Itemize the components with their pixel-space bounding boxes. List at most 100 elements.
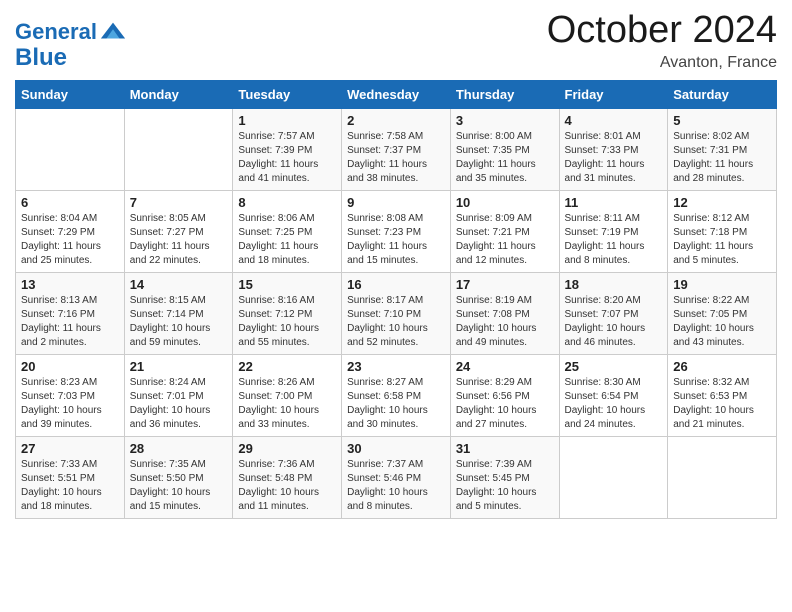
day-number: 2 xyxy=(347,113,445,128)
header-wednesday: Wednesday xyxy=(342,80,451,108)
day-info: Sunrise: 8:00 AMSunset: 7:35 PMDaylight:… xyxy=(456,130,554,186)
day-info: Sunrise: 8:12 AMSunset: 7:18 PMDaylight:… xyxy=(673,212,771,268)
week-row-5: 27Sunrise: 7:33 AMSunset: 5:51 PMDayligh… xyxy=(16,436,777,518)
day-info: Sunrise: 8:24 AMSunset: 7:01 PMDaylight:… xyxy=(130,376,228,432)
day-number: 5 xyxy=(673,113,771,128)
calendar-cell: 29Sunrise: 7:36 AMSunset: 5:48 PMDayligh… xyxy=(233,436,342,518)
day-info: Sunrise: 8:06 AMSunset: 7:25 PMDaylight:… xyxy=(238,212,336,268)
calendar-cell: 8 Sunrise: 8:06 AMSunset: 7:25 PMDaylight… xyxy=(233,190,342,272)
day-number: 9 xyxy=(347,195,445,210)
calendar-cell: 12 Sunrise: 8:12 AMSunset: 7:18 PMDayligh… xyxy=(668,190,777,272)
calendar-cell: 10 Sunrise: 8:09 AMSunset: 7:21 PMDayligh… xyxy=(450,190,559,272)
day-number: 7 xyxy=(130,195,228,210)
day-info: Sunrise: 7:57 AMSunset: 7:39 PMDaylight:… xyxy=(238,130,336,186)
day-info: Sunrise: 8:26 AMSunset: 7:00 PMDaylight:… xyxy=(238,376,336,432)
day-number: 23 xyxy=(347,359,445,374)
calendar-cell: 2Sunrise: 7:58 AMSunset: 7:37 PMDaylight… xyxy=(342,108,451,190)
day-number: 8 xyxy=(238,195,336,210)
day-number: 27 xyxy=(21,441,119,456)
day-number: 12 xyxy=(673,195,771,210)
day-info: Sunrise: 8:02 AMSunset: 7:31 PMDaylight:… xyxy=(673,130,771,186)
day-number: 6 xyxy=(21,195,119,210)
calendar-cell: 13Sunrise: 8:13 AMSunset: 7:16 PMDayligh… xyxy=(16,272,125,354)
calendar-cell: 6 Sunrise: 8:04 AMSunset: 7:29 PMDaylight… xyxy=(16,190,125,272)
day-number: 1 xyxy=(238,113,336,128)
calendar-cell: 20 Sunrise: 8:23 AMSunset: 7:03 PMDayligh… xyxy=(16,354,125,436)
day-info: Sunrise: 8:04 AMSunset: 7:29 PMDaylight:… xyxy=(21,212,119,268)
day-info: Sunrise: 8:16 AMSunset: 7:12 PMDaylight:… xyxy=(238,294,336,350)
day-number: 26 xyxy=(673,359,771,374)
day-info: Sunrise: 8:20 AMSunset: 7:07 PMDaylight:… xyxy=(565,294,663,350)
calendar-cell: 24Sunrise: 8:29 AMSunset: 6:56 PMDayligh… xyxy=(450,354,559,436)
week-row-4: 20 Sunrise: 8:23 AMSunset: 7:03 PMDayligh… xyxy=(16,354,777,436)
calendar-cell: 15 Sunrise: 8:16 AMSunset: 7:12 PMDayligh… xyxy=(233,272,342,354)
calendar-cell: 9 Sunrise: 8:08 AMSunset: 7:23 PMDaylight… xyxy=(342,190,451,272)
day-number: 16 xyxy=(347,277,445,292)
logo-blue-text: Blue xyxy=(15,46,67,70)
title-area: October 2024 Avanton, France xyxy=(547,10,777,72)
day-info: Sunrise: 7:37 AMSunset: 5:46 PMDaylight:… xyxy=(347,458,445,514)
calendar-cell xyxy=(124,108,233,190)
calendar-cell: 25Sunrise: 8:30 AMSunset: 6:54 PMDayligh… xyxy=(559,354,668,436)
day-number: 3 xyxy=(456,113,554,128)
day-number: 21 xyxy=(130,359,228,374)
logo-icon xyxy=(99,18,127,46)
day-number: 18 xyxy=(565,277,663,292)
day-info: Sunrise: 8:30 AMSunset: 6:54 PMDaylight:… xyxy=(565,376,663,432)
day-info: Sunrise: 8:08 AMSunset: 7:23 PMDaylight:… xyxy=(347,212,445,268)
day-info: Sunrise: 7:39 AMSunset: 5:45 PMDaylight:… xyxy=(456,458,554,514)
calendar-cell: 28 Sunrise: 7:35 AMSunset: 5:50 PMDayligh… xyxy=(124,436,233,518)
calendar-cell: 1 Sunrise: 7:57 AMSunset: 7:39 PMDaylight… xyxy=(233,108,342,190)
day-info: Sunrise: 8:17 AMSunset: 7:10 PMDaylight:… xyxy=(347,294,445,350)
day-number: 28 xyxy=(130,441,228,456)
header-monday: Monday xyxy=(124,80,233,108)
calendar-cell xyxy=(16,108,125,190)
calendar-cell: 3 Sunrise: 8:00 AMSunset: 7:35 PMDaylight… xyxy=(450,108,559,190)
calendar-cell: 31 Sunrise: 7:39 AMSunset: 5:45 PMDayligh… xyxy=(450,436,559,518)
header-tuesday: Tuesday xyxy=(233,80,342,108)
day-info: Sunrise: 8:15 AMSunset: 7:14 PMDaylight:… xyxy=(130,294,228,350)
day-number: 22 xyxy=(238,359,336,374)
day-info: Sunrise: 8:22 AMSunset: 7:05 PMDaylight:… xyxy=(673,294,771,350)
day-info: Sunrise: 8:32 AMSunset: 6:53 PMDaylight:… xyxy=(673,376,771,432)
day-number: 20 xyxy=(21,359,119,374)
week-row-1: 1 Sunrise: 7:57 AMSunset: 7:39 PMDaylight… xyxy=(16,108,777,190)
day-number: 11 xyxy=(565,195,663,210)
calendar-cell: 14 Sunrise: 8:15 AMSunset: 7:14 PMDayligh… xyxy=(124,272,233,354)
calendar-cell: 23Sunrise: 8:27 AMSunset: 6:58 PMDayligh… xyxy=(342,354,451,436)
day-info: Sunrise: 8:19 AMSunset: 7:08 PMDaylight:… xyxy=(456,294,554,350)
day-info: Sunrise: 8:09 AMSunset: 7:21 PMDaylight:… xyxy=(456,212,554,268)
day-number: 19 xyxy=(673,277,771,292)
week-row-3: 13Sunrise: 8:13 AMSunset: 7:16 PMDayligh… xyxy=(16,272,777,354)
calendar-cell: 11 Sunrise: 8:11 AMSunset: 7:19 PMDayligh… xyxy=(559,190,668,272)
day-info: Sunrise: 8:05 AMSunset: 7:27 PMDaylight:… xyxy=(130,212,228,268)
day-info: Sunrise: 8:23 AMSunset: 7:03 PMDaylight:… xyxy=(21,376,119,432)
day-info: Sunrise: 8:11 AMSunset: 7:19 PMDaylight:… xyxy=(565,212,663,268)
calendar-cell xyxy=(559,436,668,518)
header-sunday: Sunday xyxy=(16,80,125,108)
day-number: 14 xyxy=(130,277,228,292)
day-number: 10 xyxy=(456,195,554,210)
calendar-table: SundayMondayTuesdayWednesdayThursdayFrid… xyxy=(15,80,777,519)
month-title: October 2024 xyxy=(547,10,777,52)
calendar-cell: 26 Sunrise: 8:32 AMSunset: 6:53 PMDayligh… xyxy=(668,354,777,436)
calendar-cell: 17 Sunrise: 8:19 AMSunset: 7:08 PMDayligh… xyxy=(450,272,559,354)
location: Avanton, France xyxy=(547,54,777,72)
day-number: 15 xyxy=(238,277,336,292)
calendar-cell: 7 Sunrise: 8:05 AMSunset: 7:27 PMDaylight… xyxy=(124,190,233,272)
calendar-cell: 22 Sunrise: 8:26 AMSunset: 7:00 PMDayligh… xyxy=(233,354,342,436)
logo-text: General xyxy=(15,21,97,43)
day-info: Sunrise: 7:35 AMSunset: 5:50 PMDaylight:… xyxy=(130,458,228,514)
day-number: 31 xyxy=(456,441,554,456)
calendar-cell: 4Sunrise: 8:01 AMSunset: 7:33 PMDaylight… xyxy=(559,108,668,190)
header: General Blue October 2024 Avanton, Franc… xyxy=(15,10,777,72)
day-header-row: SundayMondayTuesdayWednesdayThursdayFrid… xyxy=(16,80,777,108)
calendar-cell: 30 Sunrise: 7:37 AMSunset: 5:46 PMDayligh… xyxy=(342,436,451,518)
calendar-cell: 19 Sunrise: 8:22 AMSunset: 7:05 PMDayligh… xyxy=(668,272,777,354)
day-number: 17 xyxy=(456,277,554,292)
day-info: Sunrise: 8:01 AMSunset: 7:33 PMDaylight:… xyxy=(565,130,663,186)
day-info: Sunrise: 7:36 AMSunset: 5:48 PMDaylight:… xyxy=(238,458,336,514)
day-number: 13 xyxy=(21,277,119,292)
week-row-2: 6 Sunrise: 8:04 AMSunset: 7:29 PMDaylight… xyxy=(16,190,777,272)
day-number: 30 xyxy=(347,441,445,456)
